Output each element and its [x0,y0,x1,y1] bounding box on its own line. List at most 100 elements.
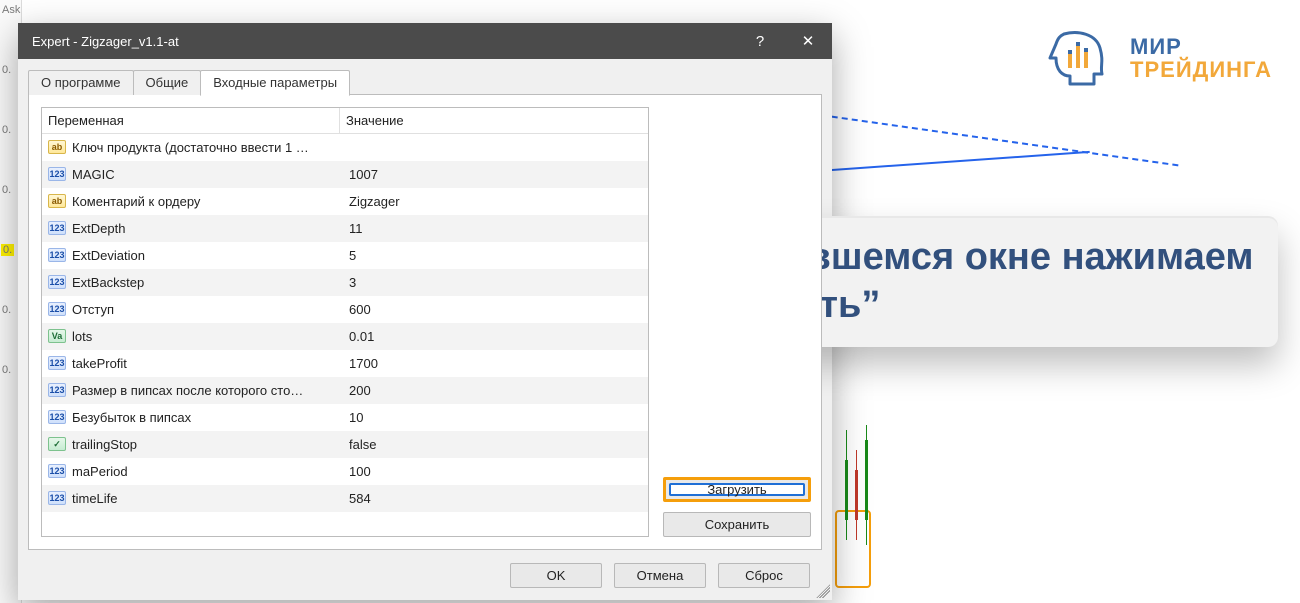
param-name: ExtDeviation [72,248,145,263]
axis-tick: 0. [2,304,11,316]
expert-dialog: Expert - Zigzager_v1.1-at ? ✕ О программ… [18,23,832,600]
tab-inputs[interactable]: Входные параметры [200,70,350,96]
int-type-icon: 123 [48,302,66,316]
param-name-cell: 123 timeLife [42,491,340,506]
param-name: ExtBackstep [72,275,144,290]
table-row[interactable]: 123 ExtDeviation 5 [42,242,648,269]
param-name-cell: 123ExtDepth [42,221,340,236]
col-variable-header[interactable]: Переменная [42,108,340,133]
int-type-icon: 123 [48,491,66,505]
param-name-cell: ✓ trailingStop [42,437,340,452]
param-value-cell[interactable]: 100 [340,464,648,479]
inputs-panel: Переменная Значение ab Ключ продукта (дос… [28,94,822,550]
table-row[interactable]: 123 Отступ 600 [42,296,648,323]
param-name-cell: 123MAGIC [42,167,340,182]
param-name-cell: 123 Размер в пипсах после которого сто… [42,383,340,398]
axis-tick: 0. [2,64,11,76]
brand-logo-line2: ТРЕЙДИНГА [1130,58,1272,81]
table-row[interactable]: 123takeProfit1700 [42,350,648,377]
table-row[interactable]: 123 maPeriod 100 [42,458,648,485]
head-chart-icon [1044,28,1116,88]
param-name-cell: 123 maPeriod [42,464,340,479]
brand-logo: МИР ТРЕЙДИНГА [1044,28,1272,88]
bool-type-icon: ✓ [48,437,66,451]
string-type-icon: ab [48,140,66,154]
grid-header: Переменная Значение [42,108,648,134]
param-name: maPeriod [72,464,128,479]
param-name: Ключ продукта (достаточно ввести 1 … [72,140,309,155]
param-name-cell: ab Ключ продукта (достаточно ввести 1 … [42,140,340,155]
brand-logo-text: МИР ТРЕЙДИНГА [1130,35,1272,81]
param-name-cell: 123 Отступ [42,302,340,317]
int-type-icon: 123 [48,221,66,235]
param-value-cell[interactable]: 0.01 [340,329,648,344]
param-name-cell: 123Безубыток в пипсах [42,410,340,425]
help-button[interactable]: ? [736,23,784,59]
int-type-icon: 123 [48,356,66,370]
axis-tick: 0. [2,184,11,196]
dialog-titlebar[interactable]: Expert - Zigzager_v1.1-at ? ✕ [18,23,832,59]
param-name-cell: Valots [42,329,340,344]
save-button[interactable]: Сохранить [663,512,811,537]
param-value-cell[interactable]: 3 [340,275,648,290]
load-button[interactable]: Загрузить [669,483,805,496]
param-name: Отступ [72,302,114,317]
param-name: trailingStop [72,437,137,452]
table-row[interactable]: ab Коментарий к ордеру Zigzager [42,188,648,215]
param-value-cell[interactable]: 11 [340,221,648,236]
ok-button[interactable]: OK [510,563,602,588]
param-name: Коментарий к ордеру [72,194,200,209]
param-name-cell: ab Коментарий к ордеру [42,194,340,209]
table-row[interactable]: 123Безубыток в пипсах10 [42,404,648,431]
table-row[interactable]: 123 timeLife 584 [42,485,648,512]
int-type-icon: 123 [48,383,66,397]
axis-tick: Ask [2,4,20,16]
int-type-icon: 123 [48,464,66,478]
param-name: Размер в пипсах после которого сто… [72,383,303,398]
resize-grip-icon[interactable] [816,584,830,598]
param-value-cell[interactable]: 10 [340,410,648,425]
table-row[interactable]: 123 Размер в пипсах после которого сто… 20… [42,377,648,404]
table-row[interactable]: ✓ trailingStop false [42,431,648,458]
string-type-icon: ab [48,194,66,208]
cancel-button[interactable]: Отмена [614,563,706,588]
param-value-cell[interactable]: Zigzager [340,194,648,209]
table-row[interactable]: Valots0.01 [42,323,648,350]
param-value-cell[interactable]: 1700 [340,356,648,371]
reset-button[interactable]: Сброс [718,563,810,588]
int-type-icon: 123 [48,410,66,424]
grid-body: ab Ключ продукта (достаточно ввести 1 … 12… [42,134,648,536]
param-name: timeLife [72,491,118,506]
param-name-cell: 123 ExtDeviation [42,248,340,263]
tab-general[interactable]: Общие [133,70,202,95]
param-value-cell[interactable]: 600 [340,302,648,317]
dialog-body: О программе Общие Входные параметры Пере… [18,59,832,600]
table-row[interactable]: 123ExtDepth11 [42,215,648,242]
axis-tick: 0. [2,364,11,376]
tab-strip: О программе Общие Входные параметры [28,69,822,95]
param-value-cell[interactable]: 200 [340,383,648,398]
param-value-cell[interactable]: 5 [340,248,648,263]
param-name-cell: 123takeProfit [42,356,340,371]
param-value-cell[interactable]: false [340,437,648,452]
brand-logo-line1: МИР [1130,35,1272,58]
param-value-cell[interactable]: 584 [340,491,648,506]
dialog-footer: OK Отмена Сброс [28,550,822,600]
parameters-grid[interactable]: Переменная Значение ab Ключ продукта (дос… [41,107,649,537]
table-row[interactable]: 123MAGIC1007 [42,161,648,188]
param-name: lots [72,329,92,344]
double-type-icon: Va [48,329,66,343]
tab-about[interactable]: О программе [28,70,134,95]
table-row[interactable]: 123 ExtBackstep 3 [42,269,648,296]
axis-tick: 0. [1,244,14,256]
close-button[interactable]: ✕ [784,23,832,59]
int-type-icon: 123 [48,275,66,289]
col-value-header[interactable]: Значение [340,108,648,133]
axis-tick: 0. [2,124,11,136]
side-buttons: Загрузить Сохранить [649,107,809,537]
int-type-icon: 123 [48,248,66,262]
dialog-title: Expert - Zigzager_v1.1-at [32,34,736,49]
param-value-cell[interactable]: 1007 [340,167,648,182]
int-type-icon: 123 [48,167,66,181]
table-row[interactable]: ab Ключ продукта (достаточно ввести 1 … [42,134,648,161]
